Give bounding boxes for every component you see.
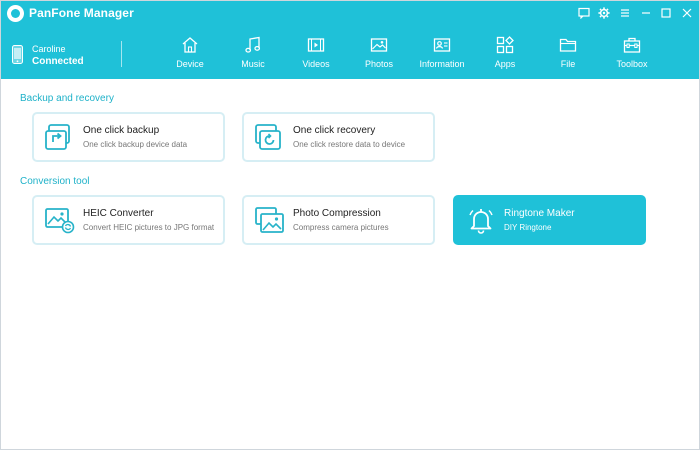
nav-item-toolbox[interactable]: Toolbox — [605, 36, 659, 76]
card-description: Convert HEIC pictures to JPG format — [83, 223, 215, 232]
title-bar: PanFone Manager — [1, 1, 699, 26]
backup-icon — [45, 124, 70, 150]
menu-icon[interactable] — [618, 6, 632, 20]
nav-item-label: Photos — [364, 59, 394, 69]
home-icon — [182, 37, 198, 53]
nav-item-label: Music — [241, 59, 265, 69]
close-icon[interactable] — [680, 6, 694, 20]
one-click-recovery-card[interactable]: One click recovery One click restore dat… — [242, 112, 435, 162]
photo-icon — [370, 38, 388, 52]
maximize-icon[interactable] — [659, 6, 673, 20]
nav-bar: Caroline Connected Device Music Videos P… — [1, 26, 699, 79]
nav-item-information[interactable]: Information — [415, 36, 469, 76]
card-description: Compress camera pictures — [293, 223, 389, 232]
nav-item-music[interactable]: Music — [226, 36, 280, 76]
card-description: DIY Ringtone — [504, 223, 552, 232]
card-title: HEIC Converter — [83, 208, 154, 219]
nav-item-label: Apps — [494, 59, 516, 69]
gear-icon[interactable] — [597, 6, 611, 20]
section-title-conversion: Conversion tool — [20, 176, 90, 187]
heic-converter-card[interactable]: HEIC Converter Convert HEIC pictures to … — [32, 195, 225, 245]
nav-item-label: File — [560, 59, 576, 69]
nav-item-label: Toolbox — [616, 59, 648, 69]
photo-compress-icon — [255, 207, 284, 233]
app-window: PanFone Manager Caroline Connected Devic… — [0, 0, 700, 450]
video-icon — [307, 38, 325, 52]
card-description: One click restore data to device — [293, 140, 406, 149]
folder-icon — [559, 38, 577, 52]
heic-convert-icon — [45, 208, 75, 234]
device-status: Connected — [32, 56, 84, 67]
app-title: PanFone Manager — [29, 6, 134, 20]
music-icon — [245, 36, 261, 53]
feedback-icon[interactable] — [577, 6, 591, 20]
card-description: One click backup device data — [83, 140, 188, 149]
nav-item-photos[interactable]: Photos — [352, 36, 406, 76]
toolbox-icon — [623, 37, 641, 53]
app-logo-icon — [7, 5, 24, 22]
card-title: One click backup — [83, 125, 160, 136]
apps-icon — [496, 36, 514, 54]
nav-item-label: Device — [176, 59, 204, 69]
one-click-backup-card[interactable]: One click backup One click backup device… — [32, 112, 225, 162]
ringtone-maker-card[interactable]: Ringtone Maker DIY Ringtone — [453, 195, 646, 245]
minimize-icon[interactable] — [639, 6, 653, 20]
nav-item-videos[interactable]: Videos — [289, 36, 343, 76]
contact-card-icon — [433, 38, 451, 52]
card-title: Photo Compression — [293, 208, 381, 219]
nav-item-file[interactable]: File — [541, 36, 595, 76]
bell-icon — [469, 209, 493, 234]
recovery-icon — [255, 124, 281, 150]
nav-item-device[interactable]: Device — [163, 36, 217, 76]
phone-icon — [12, 45, 23, 64]
section-title-backup: Backup and recovery — [20, 93, 114, 104]
device-name: Caroline — [32, 44, 66, 54]
nav-item-apps[interactable]: Apps — [478, 36, 532, 76]
nav-divider — [121, 41, 122, 67]
nav-item-label: Information — [419, 59, 465, 69]
card-title: One click recovery — [293, 125, 376, 136]
card-title: Ringtone Maker — [504, 208, 575, 219]
nav-item-label: Videos — [302, 59, 330, 69]
photo-compression-card[interactable]: Photo Compression Compress camera pictur… — [242, 195, 435, 245]
